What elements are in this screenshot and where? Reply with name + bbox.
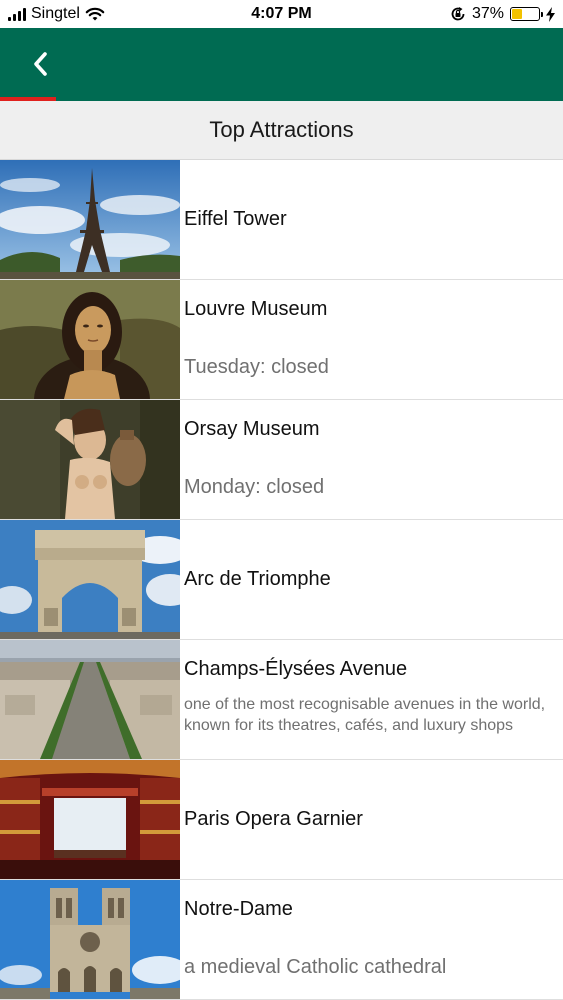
list-item-text: Eiffel Tower (184, 160, 553, 279)
status-right: 37% (450, 5, 555, 23)
list-item-paris-opera-garnier[interactable]: Paris Opera Garnier (0, 760, 563, 880)
attraction-title: Notre-Dame (184, 898, 293, 920)
attraction-subtitle: a medieval Catholic cathedral (184, 956, 447, 978)
back-button[interactable] (18, 42, 62, 86)
arc-de-triomphe-photo (0, 520, 180, 639)
attraction-subtitle: Monday: closed (184, 476, 325, 498)
attractions-list: Eiffel Tower Louvre Museum Tuesday: clos… (0, 160, 563, 1000)
attraction-title: Orsay Museum (184, 418, 320, 440)
list-item-text: Notre-Dame a medieval Catholic cathedral (184, 880, 553, 999)
list-item-eiffel-tower[interactable]: Eiffel Tower (0, 160, 563, 280)
battery-percentage: 37% (471, 5, 504, 22)
list-item-text: Orsay Museum Monday: closed (184, 400, 553, 519)
battery-icon (510, 7, 543, 21)
app-bar (0, 28, 563, 101)
list-item-text: Paris Opera Garnier (184, 760, 553, 879)
list-item-notre-dame[interactable]: Notre-Dame a medieval Catholic cathedral (0, 880, 563, 1000)
charging-bolt-icon (546, 6, 555, 22)
list-item-louvre-museum[interactable]: Louvre Museum Tuesday: closed (0, 280, 563, 400)
attraction-title: Eiffel Tower (184, 208, 287, 230)
orsay-museum-photo (0, 400, 180, 519)
status-bar: Singtel 4:07 PM 37% (0, 0, 563, 28)
list-item-arc-de-triomphe[interactable]: Arc de Triomphe (0, 520, 563, 640)
chevron-left-icon (34, 52, 47, 76)
notre-dame-photo (0, 880, 180, 999)
list-item-champs-elysees-avenue[interactable]: Champs-Élysées Avenue one of the most re… (0, 640, 563, 760)
attraction-title: Champs-Élysées Avenue (184, 658, 408, 680)
section-header: Top Attractions (0, 101, 563, 160)
section-title: Top Attractions (209, 117, 354, 142)
battery-fill (512, 9, 522, 19)
orientation-lock-icon (451, 7, 465, 21)
attraction-description: one of the most recognisable avenues in … (184, 696, 546, 734)
eiffel-tower-photo (0, 160, 180, 279)
attraction-title: Louvre Museum (184, 298, 328, 320)
champs-elysees-photo (0, 640, 180, 759)
attraction-title: Paris Opera Garnier (184, 808, 363, 830)
list-item-text: Champs-Élysées Avenue one of the most re… (184, 640, 553, 759)
louvre-museum-photo (0, 280, 180, 399)
list-item-text: Louvre Museum Tuesday: closed (184, 280, 553, 399)
attraction-title: Arc de Triomphe (184, 568, 331, 590)
opera-garnier-photo (0, 760, 180, 879)
list-item-orsay-museum[interactable]: Orsay Museum Monday: closed (0, 400, 563, 520)
list-item-text: Arc de Triomphe (184, 520, 553, 639)
attraction-subtitle: Tuesday: closed (184, 356, 329, 378)
